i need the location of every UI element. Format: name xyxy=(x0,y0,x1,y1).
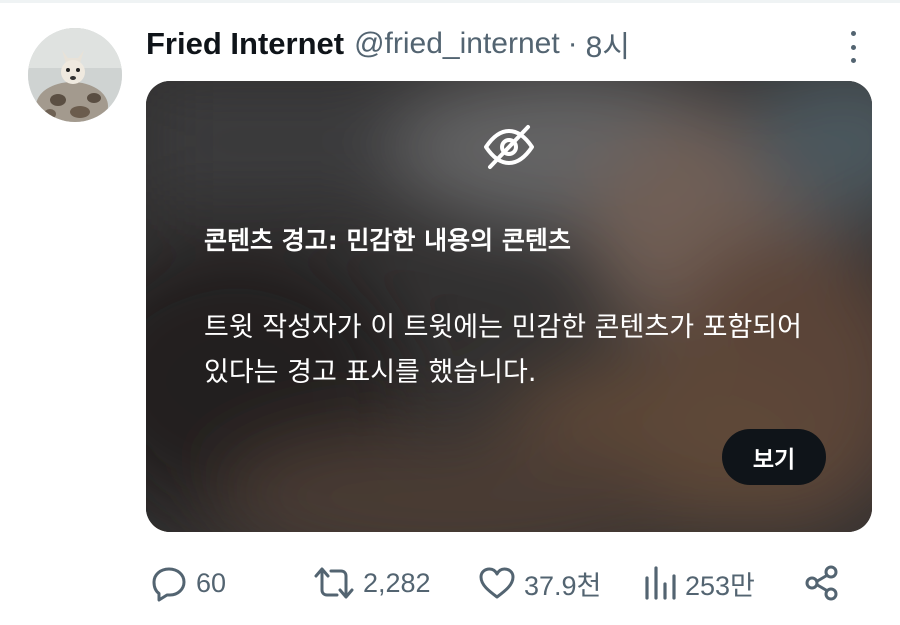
content-warning-title: 콘텐츠 경고: 민감한 내용의 콘텐츠 xyxy=(204,226,571,255)
tweet-header: Fried Internet @fried_internet · 8시 xyxy=(146,22,630,66)
retweet-icon xyxy=(314,567,354,599)
reply-count: 60 xyxy=(196,567,227,598)
sensitive-media-card[interactable]: 콘텐츠 경고: 민감한 내용의 콘텐츠 트윗 작성자가 이 트윗에는 민감한 콘… xyxy=(146,81,872,532)
more-dots-icon[interactable] xyxy=(842,31,864,63)
content-warning-body: 트윗 작성자가 이 트윗에는 민감한 콘텐츠가 포함되어 있다는 경고 표시를 … xyxy=(204,312,802,388)
view-button[interactable]: 보기 xyxy=(722,429,826,485)
author-handle[interactable]: @fried_internet xyxy=(354,27,560,61)
retweet-count: 2,282 xyxy=(363,567,431,598)
like-button[interactable]: 37.9천 xyxy=(478,555,601,611)
header-separator: · xyxy=(567,27,578,60)
views-button[interactable]: 253만 xyxy=(643,555,755,611)
retweet-button[interactable]: 2,282 xyxy=(313,555,431,611)
reply-button[interactable]: 60 xyxy=(150,555,226,611)
share-button[interactable] xyxy=(803,555,841,611)
tweet-actions: 60 2,282 37.9천 253만 xyxy=(0,555,900,611)
reply-icon xyxy=(152,567,186,602)
avatar[interactable] xyxy=(28,28,122,122)
views-count: 253만 xyxy=(685,570,755,601)
eye-slash-icon xyxy=(484,125,534,169)
tweet-time[interactable]: 8시 xyxy=(586,22,630,66)
author-name[interactable]: Fried Internet xyxy=(146,26,344,62)
share-icon xyxy=(805,565,838,601)
top-divider xyxy=(0,0,900,3)
heart-icon xyxy=(479,567,515,599)
like-count: 37.9천 xyxy=(524,570,602,601)
views-icon xyxy=(645,566,676,600)
